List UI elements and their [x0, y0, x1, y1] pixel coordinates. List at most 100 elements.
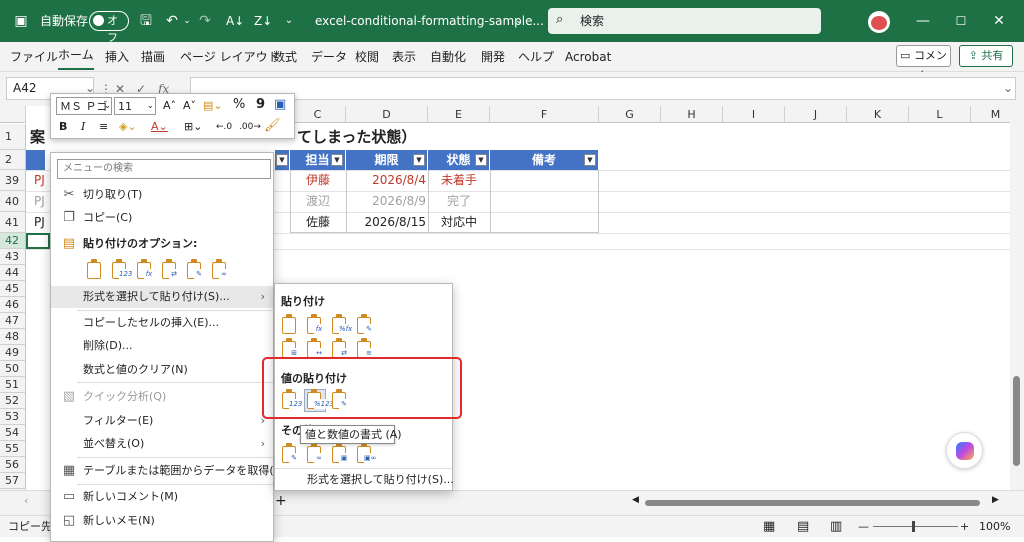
row-header[interactable]: 55 — [0, 441, 26, 457]
percent-style-icon[interactable]: % — [233, 96, 245, 114]
autosave-toggle[interactable]: オフ — [89, 11, 129, 44]
zoom-in-icon[interactable]: + — [960, 516, 969, 538]
expand-formula-icon[interactable]: ⌄ — [1003, 81, 1013, 95]
paste-option-values-icon[interactable]: 123 — [110, 259, 133, 281]
row-header[interactable]: 2 — [0, 150, 26, 170]
font-dropdown-icon[interactable]: ⌄ — [104, 97, 111, 115]
zoom-slider[interactable] — [873, 526, 958, 527]
table-header-owner[interactable]: 担当 ▼ — [290, 150, 346, 170]
table-header-notes[interactable]: 備考 ▼ — [490, 150, 599, 170]
close-icon[interactable]: ✕ — [990, 12, 1008, 30]
font-color-icon[interactable]: A⌄ — [151, 118, 168, 136]
sort-asc-icon[interactable]: A↓ — [226, 12, 244, 30]
merge-center-icon[interactable]: ▣ — [274, 96, 286, 114]
bold-button[interactable]: B — [59, 118, 67, 136]
paste-keep-source-format-icon[interactable]: ✎ — [355, 314, 375, 336]
paste-option-link-icon[interactable]: ∞ — [210, 259, 230, 281]
size-dropdown-icon[interactable]: ⌄ — [147, 97, 154, 115]
filter-dropdown-icon[interactable]: ▼ — [331, 154, 343, 166]
column-header-c[interactable]: C — [290, 106, 346, 123]
selected-cell[interactable] — [26, 233, 50, 249]
format-painter-icon[interactable]: 🖌 — [264, 117, 281, 135]
row-header-selected[interactable]: 42 — [0, 233, 26, 249]
horizontal-scroll-thumb[interactable] — [645, 500, 980, 506]
menu-item-sort[interactable]: 並べ替え(O) › — [51, 433, 273, 455]
column-header-l[interactable]: L — [909, 106, 971, 123]
borders-icon[interactable]: ⊞⌄ — [184, 118, 202, 136]
prev-sheet-icon[interactable]: ‹ — [24, 494, 28, 507]
comment-button[interactable]: ▭ コメント — [896, 45, 951, 82]
tab-review[interactable]: 校閲 — [355, 42, 379, 72]
tab-draw[interactable]: 描画 — [141, 42, 165, 72]
submenu-item-paste-special[interactable]: 形式を選択して貼り付け(S)... — [275, 469, 454, 491]
paste-option-formulas-icon[interactable]: fx — [135, 259, 155, 281]
customize-qat-icon[interactable]: ⌄ — [280, 12, 298, 30]
cell-id[interactable]: PJ — [34, 170, 45, 191]
number-format-icon[interactable]: ▤⌄ — [203, 97, 223, 115]
row-header[interactable]: 47 — [0, 313, 26, 329]
row-header[interactable]: 50 — [0, 361, 26, 377]
row-header[interactable]: 52 — [0, 393, 26, 409]
paste-icon[interactable] — [280, 314, 300, 336]
formula-input[interactable] — [190, 77, 1016, 100]
menu-item-filter[interactable]: フィルター(E) › — [51, 410, 273, 432]
row-header[interactable]: 57 — [0, 473, 26, 489]
tab-data[interactable]: データ — [311, 42, 347, 72]
menu-item-delete[interactable]: 削除(D)... — [51, 335, 273, 357]
tab-view[interactable]: 表示 — [392, 42, 416, 72]
sheet-title-start[interactable]: 案 — [30, 124, 45, 150]
row-header[interactable]: 53 — [0, 409, 26, 425]
vertical-scrollbar[interactable] — [1010, 106, 1024, 490]
save-icon[interactable]: 🖫 — [137, 12, 155, 30]
vertical-scroll-thumb[interactable] — [1013, 376, 1020, 466]
zoom-level[interactable]: 100% — [979, 516, 1010, 538]
fill-color-icon[interactable]: ◈⌄ — [119, 118, 137, 136]
row-header[interactable]: 44 — [0, 265, 26, 281]
minimize-icon[interactable]: — — [914, 12, 932, 30]
column-header-i[interactable]: I — [723, 106, 785, 123]
menu-item-quick-analysis[interactable]: ▧ クイック分析(Q) — [51, 386, 273, 408]
tab-home[interactable]: ホーム — [58, 42, 94, 70]
paste-picture-icon[interactable]: ▣ — [330, 443, 350, 465]
paste-linked-picture-icon[interactable]: ▣∞ — [355, 443, 377, 465]
paste-option-transpose-icon[interactable]: ⇄ — [160, 259, 180, 281]
align-icon[interactable]: ≡ — [99, 118, 108, 136]
row-header[interactable]: 43 — [0, 249, 26, 265]
decrease-font-icon[interactable]: A˅ — [183, 97, 196, 115]
menu-search-input[interactable]: メニューの検索 — [57, 159, 271, 179]
tab-insert[interactable]: 挿入 — [105, 42, 129, 72]
menu-item-paste-special[interactable]: 形式を選択して貼り付け(S)... › — [51, 286, 273, 308]
sort-desc-icon[interactable]: Z↓ — [254, 12, 272, 30]
increase-font-icon[interactable]: A˄ — [163, 97, 176, 115]
search-box[interactable]: ⌕ 検索 — [548, 8, 821, 34]
page-break-view-icon[interactable]: ▥ — [830, 516, 842, 538]
menu-item-cut[interactable]: ✂ 切り取り(T) — [51, 184, 273, 206]
column-header-k[interactable]: K — [847, 106, 909, 123]
column-header-h[interactable]: H — [661, 106, 723, 123]
share-button[interactable]: ⇪ 共有 — [959, 45, 1013, 67]
tab-formulas[interactable]: 数式 — [273, 42, 297, 72]
menu-item-new-comment[interactable]: ▭ 新しいコメント(M) — [51, 486, 273, 508]
normal-view-icon[interactable]: ▦ — [763, 516, 775, 538]
avatar[interactable] — [868, 11, 890, 33]
tab-developer[interactable]: 開発 — [481, 42, 505, 72]
page-layout-view-icon[interactable]: ▤ — [797, 516, 809, 538]
column-header-e[interactable]: E — [428, 106, 490, 123]
sheet-title-end[interactable]: てしまった状態） — [297, 124, 416, 150]
filename-chevron-icon[interactable]: ⌄ — [510, 12, 528, 30]
scroll-left-icon[interactable]: ◀ — [632, 495, 639, 505]
add-sheet-icon[interactable]: + — [275, 493, 287, 509]
paste-option-formatting-icon[interactable]: ✎ — [185, 259, 205, 281]
zoom-slider-thumb[interactable] — [912, 521, 915, 532]
zoom-out-icon[interactable]: — — [858, 516, 869, 538]
row-header[interactable]: 49 — [0, 345, 26, 361]
copilot-button[interactable] — [946, 432, 983, 469]
select-all[interactable] — [0, 106, 26, 123]
menu-item-clear[interactable]: 数式と値のクリア(N) — [51, 359, 273, 381]
paste-formulas-icon[interactable]: fx — [305, 314, 325, 336]
undo-dropdown-icon[interactable]: ⌄ — [178, 12, 196, 30]
redo-icon[interactable]: ↷ — [196, 12, 214, 30]
paste-formatting-icon[interactable]: ✎ — [280, 443, 300, 465]
increase-decimal-icon[interactable]: ←.0 — [216, 118, 232, 136]
tab-file[interactable]: ファイル — [10, 42, 58, 72]
